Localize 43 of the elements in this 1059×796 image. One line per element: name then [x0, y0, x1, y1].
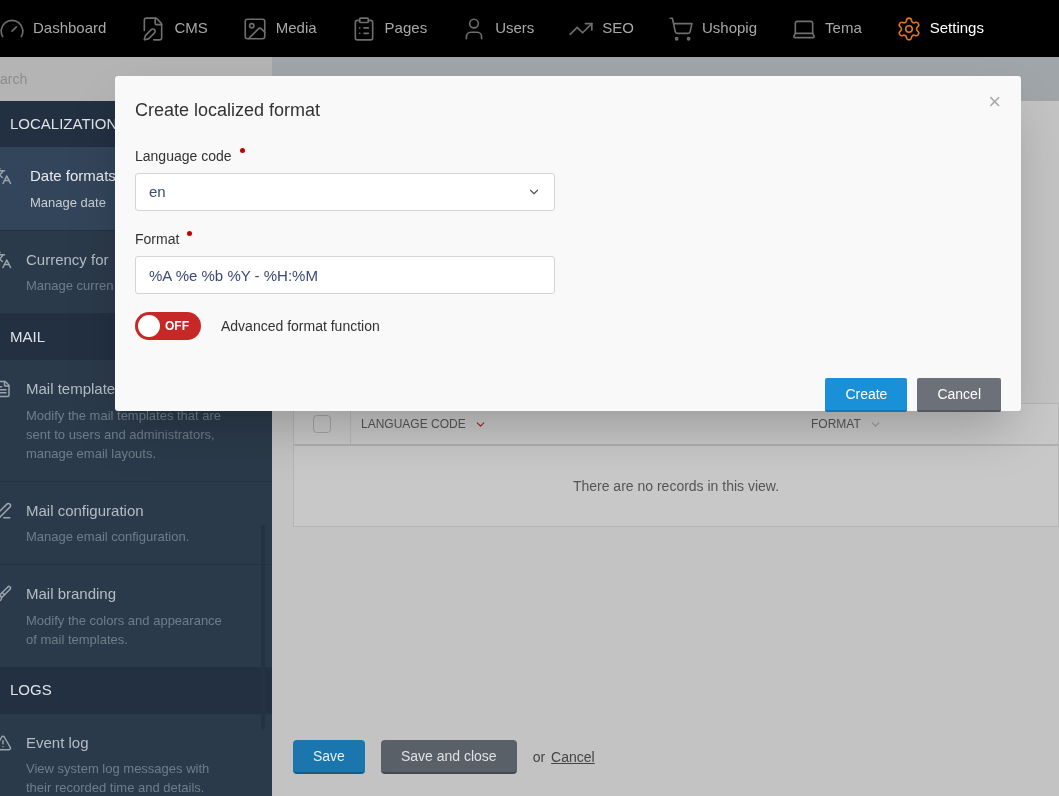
field-label: Language code	[135, 147, 232, 166]
nav-item[interactable]: Users	[444, 0, 552, 57]
item-title: Mail template	[26, 379, 117, 399]
pen-icon	[0, 501, 12, 520]
nav-item[interactable]: Media	[224, 0, 334, 57]
warning-icon	[0, 733, 12, 752]
item-description: View system log messages with their recorded time and details.	[26, 760, 211, 796]
cart-icon	[668, 15, 694, 42]
modal-button[interactable]: Create	[825, 378, 908, 412]
format-input[interactable]: %A %e %b %Y - %H:%M	[135, 256, 555, 294]
empty-message: There are no records in this view.	[572, 476, 780, 496]
modal-button[interactable]: Cancel	[917, 378, 1001, 412]
nav-item[interactable]: Ushopig	[651, 0, 775, 57]
translate-icon	[0, 250, 12, 269]
item-title: Date formats	[30, 166, 116, 186]
nav-item[interactable]: Tema	[774, 0, 879, 57]
item-title: Currency for	[26, 249, 110, 270]
cancel-link[interactable]: Cancel	[551, 746, 595, 768]
column-header[interactable]: LANGUAGE CODE	[351, 415, 811, 433]
item-description: Manage date	[30, 193, 106, 212]
settings-icon	[895, 15, 922, 42]
item-title: Event log	[26, 732, 90, 753]
field-label: Format	[135, 230, 180, 249]
or-text: or	[532, 747, 546, 767]
footer-button[interactable]: Save and close	[380, 740, 517, 774]
select-all-checkbox[interactable]	[313, 415, 331, 433]
item-title: Mail branding	[26, 584, 118, 604]
toggle-switch[interactable]: OFF	[135, 312, 201, 340]
item-description: Manage curren	[26, 277, 114, 295]
item-description: Manage email configuration.	[26, 528, 190, 546]
language-select[interactable]: en	[135, 173, 555, 211]
nav-item[interactable]: CMS	[123, 0, 225, 57]
nav-item[interactable]: Pages	[333, 0, 445, 57]
item-description: Modify the mail templates that are sent to users and administrators, manage email layouts.	[26, 406, 223, 463]
footer-button[interactable]: Save	[293, 740, 365, 774]
column-header[interactable]: FORMAT	[811, 415, 882, 433]
image-icon	[241, 15, 268, 42]
nav-item[interactable]: Settings	[878, 0, 1001, 57]
nav-item[interactable]: Dashboard	[0, 0, 124, 57]
item-description: Modify the colors and appearance of mail templates.	[26, 611, 223, 649]
nav-item[interactable]: SEO	[551, 0, 651, 57]
item-title: Mail configuration	[26, 500, 145, 521]
section-header: LOGS	[0, 667, 272, 714]
